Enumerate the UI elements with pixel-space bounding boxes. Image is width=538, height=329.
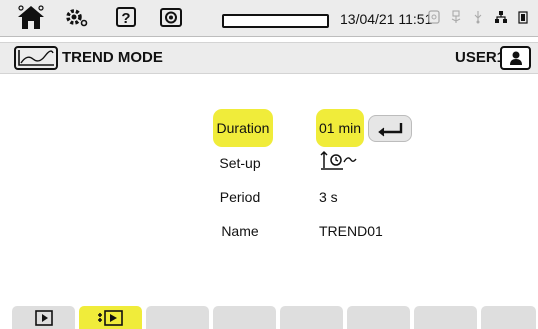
period-label: Period [219,189,261,205]
name-label: Name [221,223,259,239]
home-icon[interactable] [14,3,48,31]
recording-setup-icon[interactable] [319,150,357,175]
period-value[interactable]: 3 s [319,189,338,205]
sd-card-icon [428,10,440,24]
svg-text:?: ? [121,10,130,27]
date-time: 13/04/21 11:51 [340,11,433,27]
mode-title: TREND MODE [62,49,163,66]
help-icon[interactable]: ? [112,3,140,31]
duration-label[interactable]: Duration [213,109,273,147]
enter-button[interactable] [368,115,412,142]
tab-play[interactable] [12,306,75,329]
user-name: USER1 [455,49,506,66]
memory-progress-bar [222,14,329,28]
camera-icon[interactable] [156,3,186,31]
status-bar: ? 13/04/21 11:51 [0,0,538,37]
trend-graph-icon [14,46,58,70]
network-icon [495,11,507,23]
settings-icon[interactable] [62,3,90,31]
usb-icon [451,10,461,23]
enter-icon [378,122,403,136]
tab-empty-4[interactable] [213,306,276,329]
play-icon [34,309,53,326]
record-config-icon [97,309,123,326]
mode-header: TREND MODE USER1 [0,42,538,74]
name-value[interactable]: TREND01 [319,223,383,239]
battery-icon [518,11,528,24]
duration-value[interactable]: 01 min [316,109,364,147]
tab-empty-3[interactable] [146,306,209,329]
usb-connection-icon [474,11,482,24]
user-button[interactable] [500,46,531,70]
tab-empty-7[interactable] [414,306,477,329]
tab-empty-6[interactable] [347,306,410,329]
function-tabs [0,306,538,329]
tab-empty-8[interactable] [481,306,536,329]
tab-empty-5[interactable] [280,306,343,329]
setup-label: Set-up [219,155,261,171]
user-icon [509,51,522,65]
tab-record-config[interactable] [79,306,142,329]
